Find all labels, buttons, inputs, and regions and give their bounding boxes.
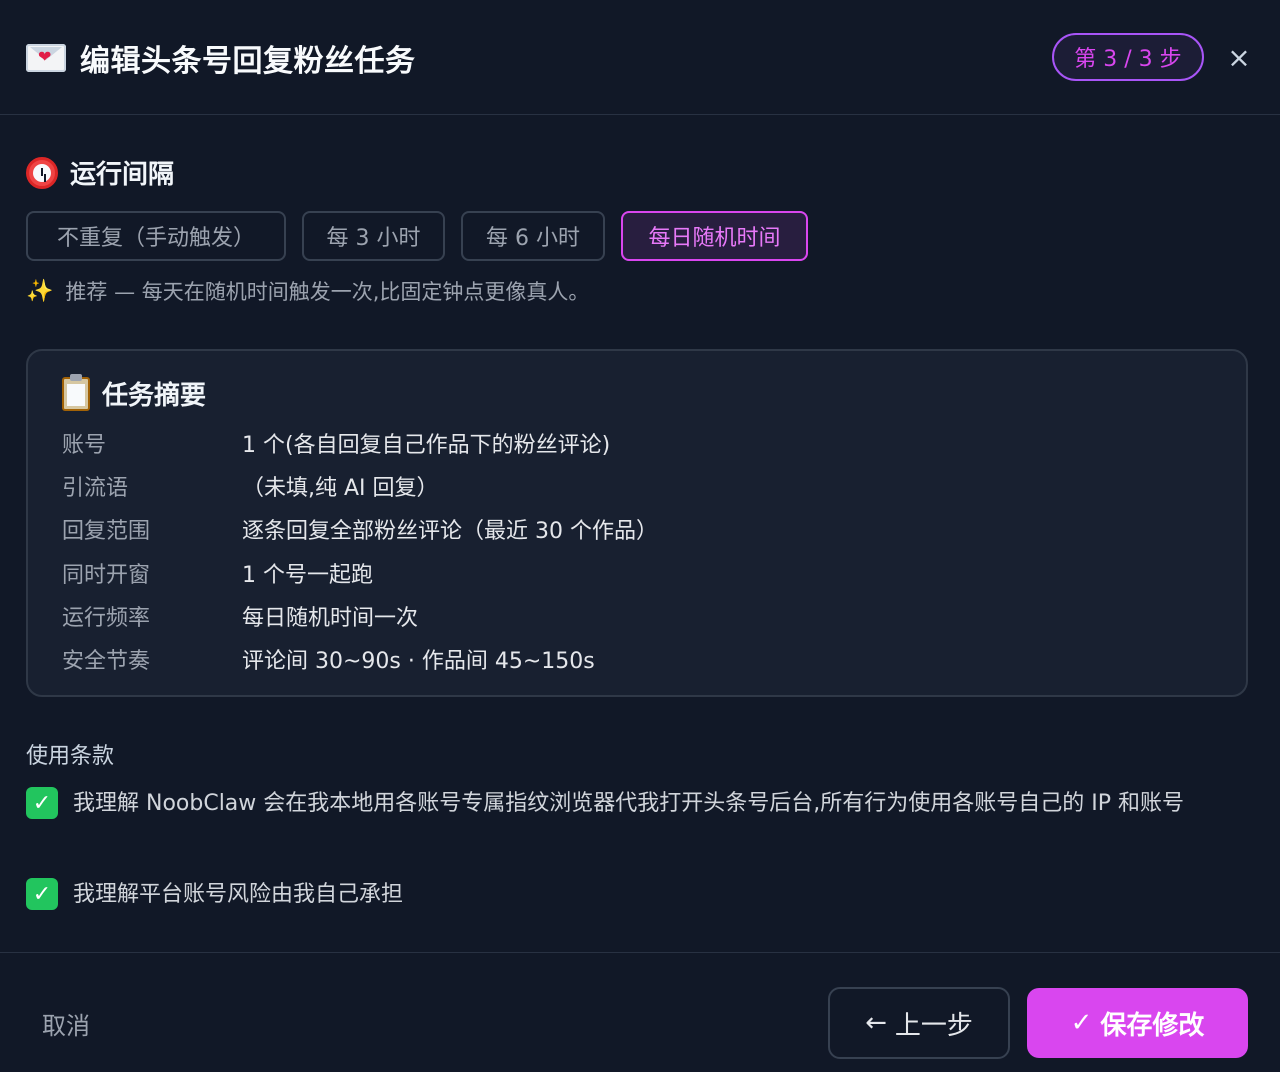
summary-title: 任务摘要: [62, 373, 207, 412]
summary-value: 逐条回复全部粉丝评论（最近 30 个作品）: [242, 519, 658, 544]
interval-option-daily-random[interactable]: 每日随机时间: [621, 211, 808, 261]
summary-key: 运行频率: [62, 606, 151, 631]
interval-option-3h[interactable]: 每 3 小时: [302, 211, 445, 261]
save-changes-button[interactable]: ✓ 保存修改: [1027, 988, 1248, 1058]
interval-section-title: 运行间隔: [26, 154, 174, 191]
interval-hint-text: 推荐 — 每天在随机时间触发一次,比固定钟点更像真人。: [65, 280, 590, 304]
terms-checkbox-browser[interactable]: ✓: [26, 787, 58, 819]
check-icon: ✓: [32, 881, 52, 907]
summary-key: 同时开窗: [62, 563, 151, 588]
summary-value: （未填,纯 AI 回复）: [242, 476, 439, 501]
summary-value: 每日随机时间一次: [242, 606, 419, 631]
summary-key: 回复范围: [62, 519, 151, 544]
cancel-button[interactable]: 取消: [42, 1006, 90, 1041]
terms-text-browser: 我理解 NoobClaw 会在我本地用各账号专属指纹浏览器代我打开头条号后台,所…: [73, 791, 1185, 816]
summary-key: 引流语: [62, 476, 129, 501]
sparkles-icon: ✨: [26, 278, 54, 304]
terms-check-row-risk: ✓ 我理解平台账号风险由我自己承担: [26, 876, 1243, 913]
alarm-clock-icon: [26, 156, 58, 189]
arrow-left-icon: ←: [865, 1008, 887, 1038]
previous-step-button[interactable]: ← 上一步: [828, 987, 1010, 1059]
summary-key: 安全节奏: [62, 649, 151, 674]
interval-option-6h[interactable]: 每 6 小时: [461, 211, 605, 261]
previous-step-label: 上一步: [894, 1010, 973, 1041]
interval-title-text: 运行间隔: [70, 160, 175, 190]
terms-checkbox-risk[interactable]: ✓: [26, 878, 58, 910]
summary-key: 账号: [62, 433, 107, 458]
check-icon: ✓: [1070, 1008, 1093, 1038]
dialog-header: ❤ 编辑头条号回复粉丝任务 第 3 / 3 步 ×: [0, 0, 1280, 115]
check-icon: ✓: [32, 790, 52, 816]
task-summary-card: 任务摘要 账号 1 个(各自回复自己作品下的粉丝评论) 引流语 （未填,纯 AI…: [26, 349, 1248, 697]
close-icon: ×: [1227, 40, 1251, 74]
dialog-footer: 取消 ← 上一步 ✓ 保存修改: [0, 952, 1280, 1072]
page-title: 编辑头条号回复粉丝任务: [80, 44, 416, 79]
terms-check-row-browser: ✓ 我理解 NoobClaw 会在我本地用各账号专属指纹浏览器代我打开头条号后台…: [26, 785, 1243, 822]
terms-text-risk: 我理解平台账号风险由我自己承担: [73, 882, 404, 907]
terms-title: 使用条款: [26, 744, 115, 769]
close-button[interactable]: ×: [1222, 40, 1256, 74]
love-letter-icon: ❤: [26, 44, 66, 72]
clipboard-icon: [62, 373, 90, 411]
summary-value: 评论间 30~90s · 作品间 45~150s: [242, 649, 595, 674]
summary-value: 1 个(各自回复自己作品下的粉丝评论): [242, 433, 611, 458]
title-group: ❤ 编辑头条号回复粉丝任务: [26, 36, 416, 80]
step-indicator: 第 3 / 3 步: [1052, 33, 1204, 81]
summary-value: 1 个号一起跑: [242, 563, 373, 588]
save-changes-label: 保存修改: [1100, 1010, 1205, 1041]
interval-hint: ✨ 推荐 — 每天在随机时间触发一次,比固定钟点更像真人。: [26, 276, 589, 306]
summary-title-text: 任务摘要: [102, 381, 207, 411]
interval-option-manual[interactable]: 不重复（手动触发）: [26, 211, 286, 261]
